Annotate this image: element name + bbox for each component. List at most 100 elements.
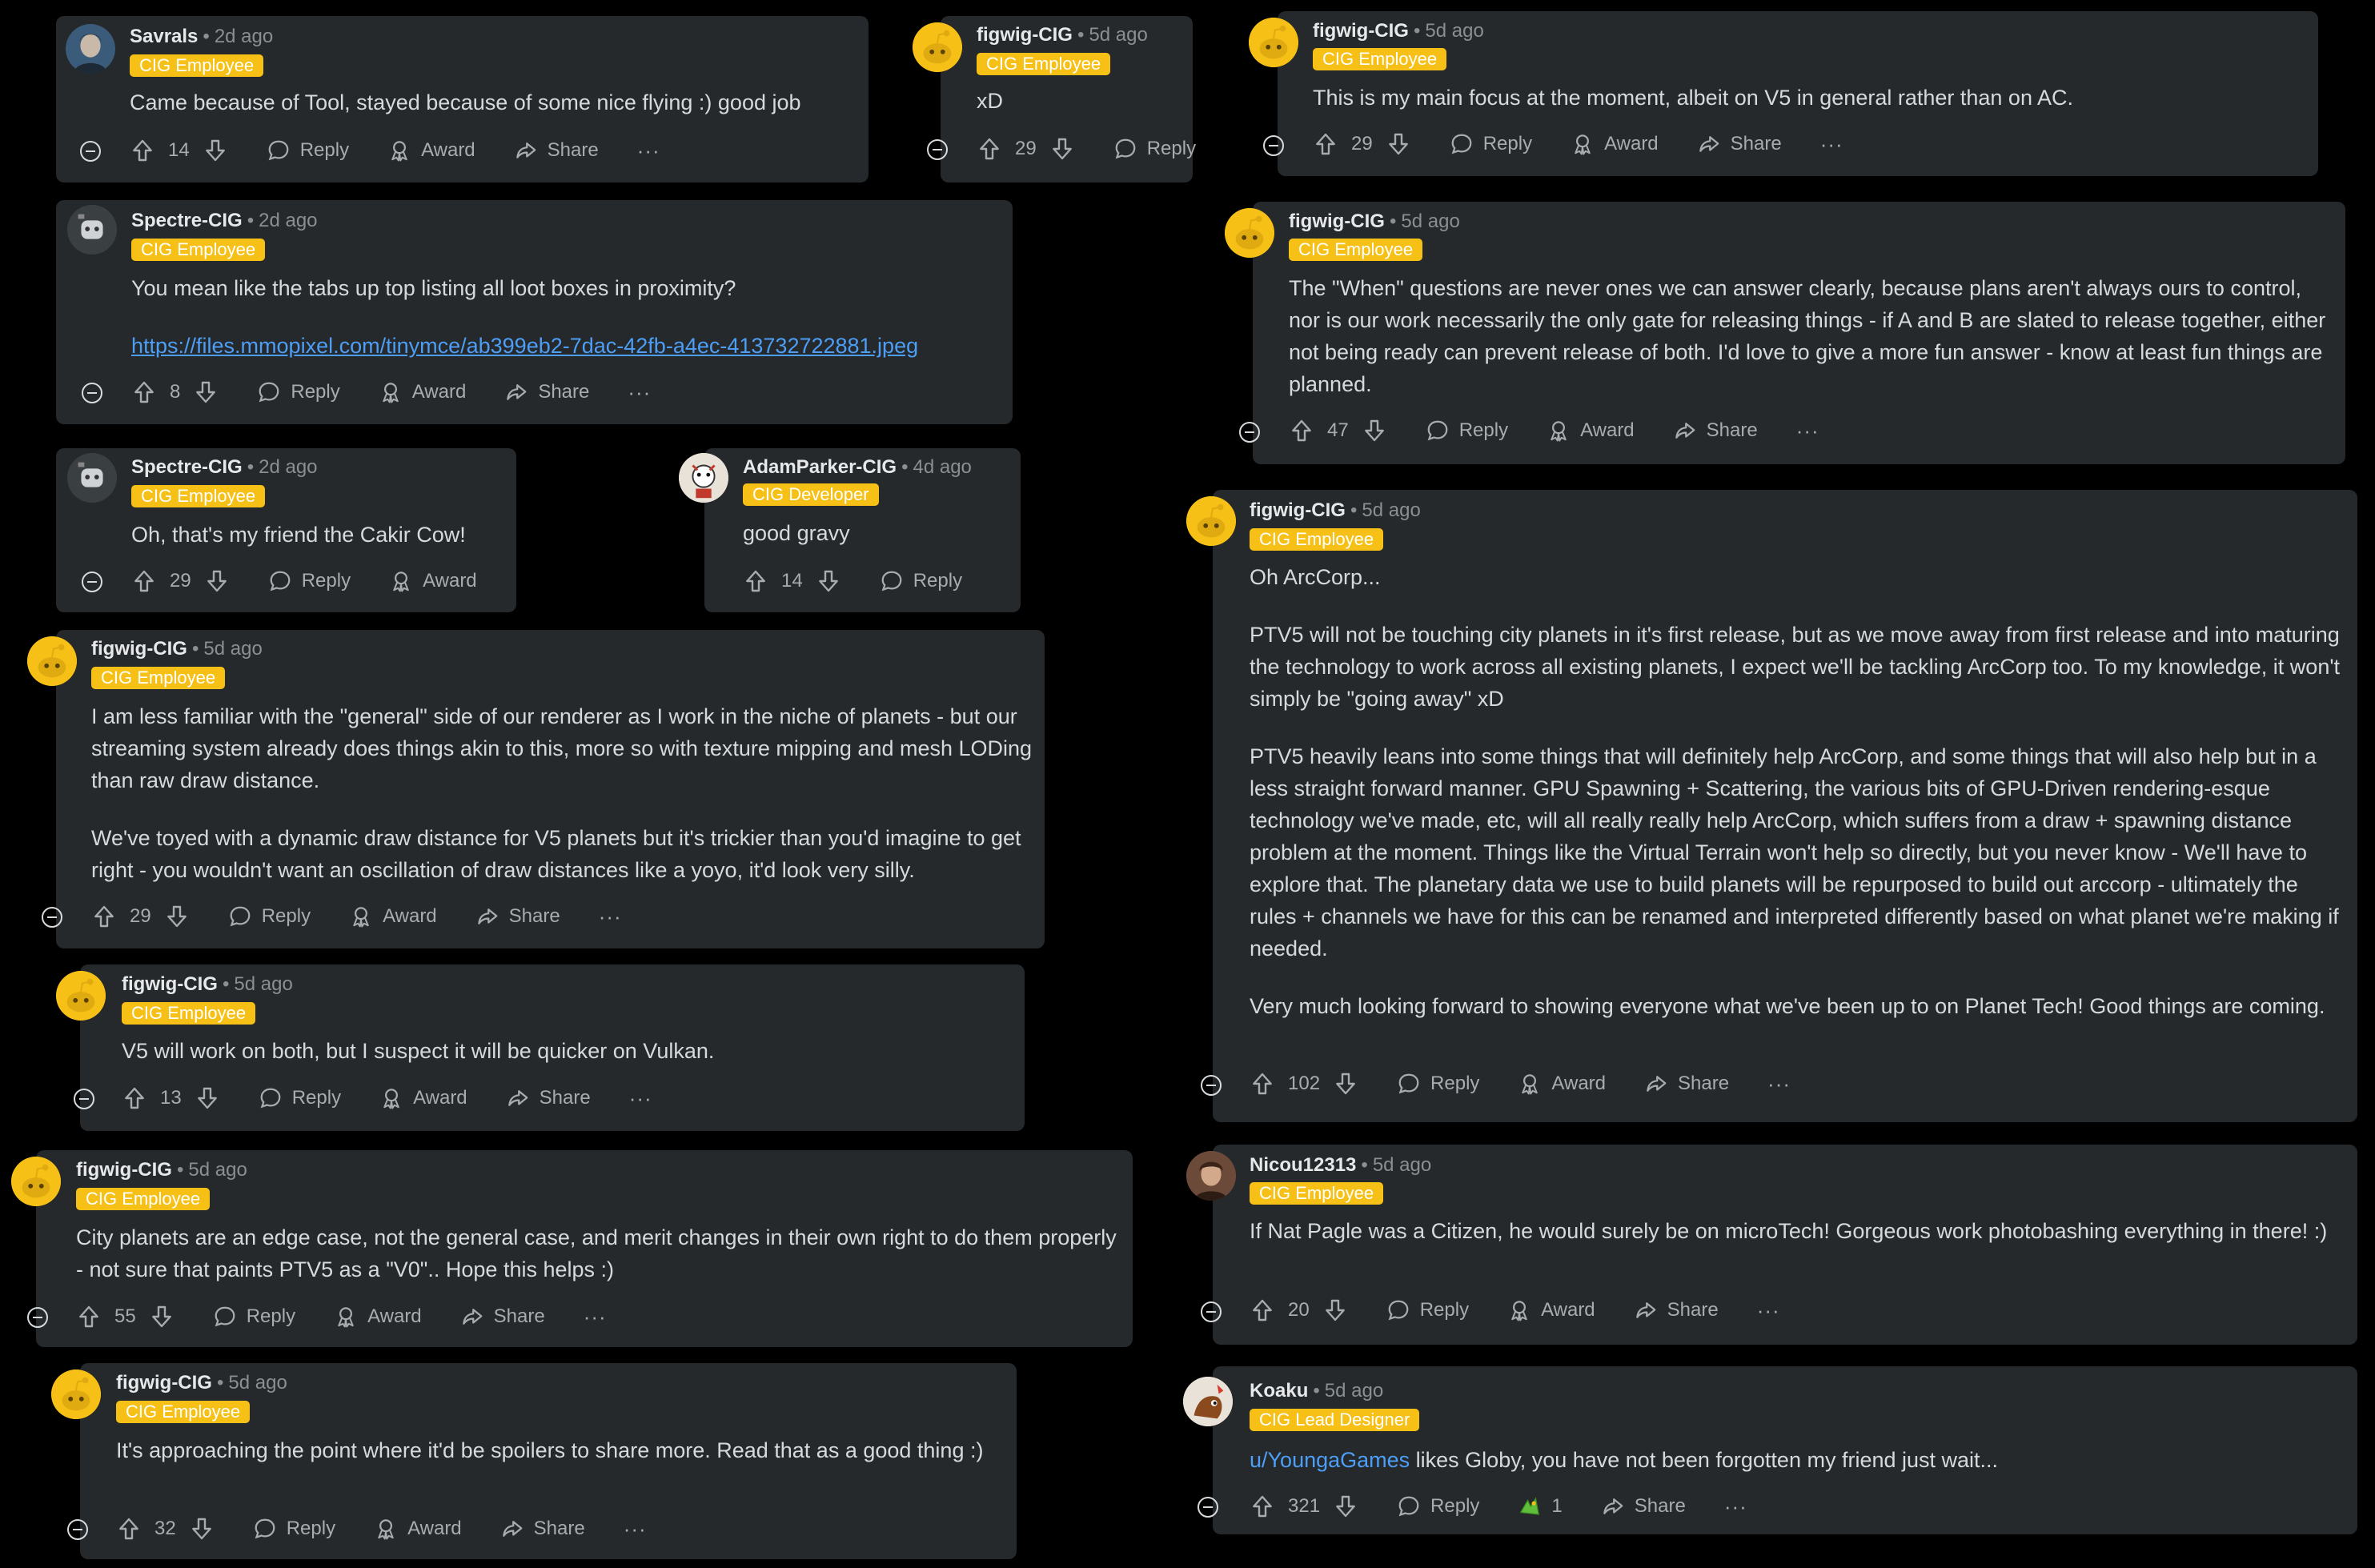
image-link[interactable]: https://files.mmopixel.com/tinymce/ab399… bbox=[131, 334, 918, 358]
username[interactable]: figwig-CIG bbox=[91, 638, 187, 660]
user-avatar[interactable] bbox=[27, 636, 77, 686]
upvote-icon[interactable] bbox=[76, 1304, 102, 1329]
collapse-thread-icon[interactable] bbox=[74, 1089, 94, 1109]
award-button[interactable]: Award bbox=[1547, 419, 1635, 443]
more-options-button[interactable]: ··· bbox=[1724, 1494, 1747, 1519]
award-button[interactable]: Award bbox=[379, 1086, 467, 1110]
timestamp[interactable]: 4d ago bbox=[913, 456, 971, 478]
reply-button[interactable]: Reply bbox=[1113, 137, 1196, 161]
award-badge[interactable]: 1 bbox=[1518, 1494, 1563, 1518]
share-button[interactable]: Share bbox=[1644, 1072, 1729, 1096]
reply-button[interactable]: Reply bbox=[1397, 1494, 1479, 1518]
username[interactable]: Spectre-CIG bbox=[131, 210, 243, 231]
downvote-icon[interactable] bbox=[816, 568, 841, 594]
downvote-icon[interactable] bbox=[193, 379, 219, 405]
reply-button[interactable]: Reply bbox=[1426, 419, 1508, 443]
timestamp[interactable]: 2d ago bbox=[215, 26, 273, 47]
award-button[interactable]: Award bbox=[1571, 132, 1659, 156]
collapse-thread-icon[interactable] bbox=[82, 571, 102, 592]
upvote-icon[interactable] bbox=[122, 1085, 147, 1111]
downvote-icon[interactable] bbox=[1333, 1071, 1358, 1097]
award-button[interactable]: Award bbox=[1507, 1298, 1595, 1322]
collapse-thread-icon[interactable] bbox=[1198, 1497, 1218, 1518]
share-button[interactable]: Share bbox=[1601, 1494, 1686, 1518]
share-button[interactable]: Share bbox=[475, 904, 560, 928]
reply-button[interactable]: Reply bbox=[228, 904, 311, 928]
downvote-icon[interactable] bbox=[189, 1516, 215, 1542]
downvote-icon[interactable] bbox=[1362, 418, 1387, 443]
username[interactable]: Spectre-CIG bbox=[131, 456, 243, 478]
downvote-icon[interactable] bbox=[204, 568, 230, 594]
downvote-icon[interactable] bbox=[164, 904, 190, 929]
award-button[interactable]: Award bbox=[349, 904, 437, 928]
award-button[interactable]: Award bbox=[387, 138, 475, 162]
username[interactable]: figwig-CIG bbox=[116, 1372, 212, 1394]
upvote-icon-active[interactable] bbox=[1289, 418, 1314, 443]
reply-button[interactable]: Reply bbox=[268, 569, 351, 593]
more-options-button[interactable]: ··· bbox=[584, 1305, 607, 1329]
reply-button[interactable]: Reply bbox=[257, 380, 340, 404]
collapse-thread-icon[interactable] bbox=[1263, 135, 1284, 156]
user-avatar[interactable] bbox=[66, 24, 115, 74]
downvote-icon[interactable] bbox=[149, 1304, 175, 1329]
collapse-thread-icon[interactable] bbox=[82, 383, 102, 403]
collapse-thread-icon[interactable] bbox=[927, 139, 948, 160]
reply-button[interactable]: Reply bbox=[259, 1086, 341, 1110]
share-button[interactable]: Share bbox=[1634, 1298, 1719, 1322]
timestamp[interactable]: 5d ago bbox=[1425, 20, 1483, 42]
upvote-icon[interactable] bbox=[1250, 1297, 1275, 1323]
share-button[interactable]: Share bbox=[1673, 419, 1758, 443]
timestamp[interactable]: 5d ago bbox=[203, 638, 262, 660]
reply-button[interactable]: Reply bbox=[1386, 1298, 1469, 1322]
username[interactable]: figwig-CIG bbox=[122, 973, 218, 995]
more-options-button[interactable]: ··· bbox=[629, 1086, 652, 1111]
timestamp[interactable]: 5d ago bbox=[1401, 211, 1459, 232]
timestamp[interactable]: 5d ago bbox=[234, 973, 292, 995]
timestamp[interactable]: 5d ago bbox=[188, 1159, 247, 1181]
user-avatar[interactable] bbox=[1186, 1151, 1236, 1201]
username[interactable]: Savrals bbox=[130, 26, 198, 47]
username[interactable]: figwig-CIG bbox=[977, 24, 1073, 46]
user-avatar[interactable] bbox=[51, 1369, 101, 1419]
timestamp[interactable]: 5d ago bbox=[1373, 1154, 1431, 1176]
username[interactable]: AdamParker-CIG bbox=[743, 456, 897, 478]
user-avatar[interactable] bbox=[11, 1157, 61, 1206]
username[interactable]: Nicou12313 bbox=[1250, 1154, 1356, 1176]
upvote-icon[interactable] bbox=[130, 138, 155, 163]
username[interactable]: Koaku bbox=[1250, 1380, 1308, 1402]
timestamp[interactable]: 2d ago bbox=[259, 456, 317, 478]
reply-button[interactable]: Reply bbox=[213, 1305, 295, 1329]
share-button[interactable]: Share bbox=[500, 1517, 585, 1541]
reply-button[interactable]: Reply bbox=[267, 138, 349, 162]
timestamp[interactable]: 2d ago bbox=[259, 210, 317, 231]
more-options-button[interactable]: ··· bbox=[1796, 419, 1819, 443]
upvote-icon[interactable] bbox=[977, 136, 1002, 162]
reply-button[interactable]: Reply bbox=[880, 569, 962, 593]
share-button[interactable]: Share bbox=[1697, 132, 1782, 156]
user-avatar[interactable] bbox=[1225, 208, 1274, 258]
downvote-icon[interactable] bbox=[1049, 136, 1075, 162]
award-button[interactable]: Award bbox=[1518, 1072, 1606, 1096]
share-button[interactable]: Share bbox=[514, 138, 599, 162]
award-button[interactable]: Award bbox=[374, 1517, 462, 1541]
username[interactable]: figwig-CIG bbox=[76, 1159, 172, 1181]
timestamp[interactable]: 5d ago bbox=[1362, 499, 1420, 521]
more-options-button[interactable]: ··· bbox=[1767, 1072, 1791, 1097]
upvote-icon[interactable] bbox=[1250, 1494, 1275, 1519]
upvote-icon-active[interactable] bbox=[1250, 1071, 1275, 1097]
more-options-button[interactable]: ··· bbox=[628, 380, 651, 405]
upvote-icon[interactable] bbox=[131, 568, 157, 594]
username[interactable]: figwig-CIG bbox=[1289, 211, 1385, 232]
username[interactable]: figwig-CIG bbox=[1313, 20, 1409, 42]
upvote-icon[interactable] bbox=[91, 904, 117, 929]
user-avatar[interactable] bbox=[67, 205, 117, 255]
reply-button[interactable]: Reply bbox=[253, 1517, 335, 1541]
user-avatar[interactable] bbox=[679, 453, 728, 503]
collapse-thread-icon[interactable] bbox=[1201, 1301, 1222, 1322]
user-avatar[interactable] bbox=[1186, 496, 1236, 546]
downvote-icon[interactable] bbox=[203, 138, 228, 163]
award-button[interactable]: Award bbox=[389, 569, 477, 593]
more-options-button[interactable]: ··· bbox=[1820, 132, 1843, 157]
collapse-thread-icon[interactable] bbox=[80, 141, 101, 162]
upvote-icon[interactable] bbox=[131, 379, 157, 405]
